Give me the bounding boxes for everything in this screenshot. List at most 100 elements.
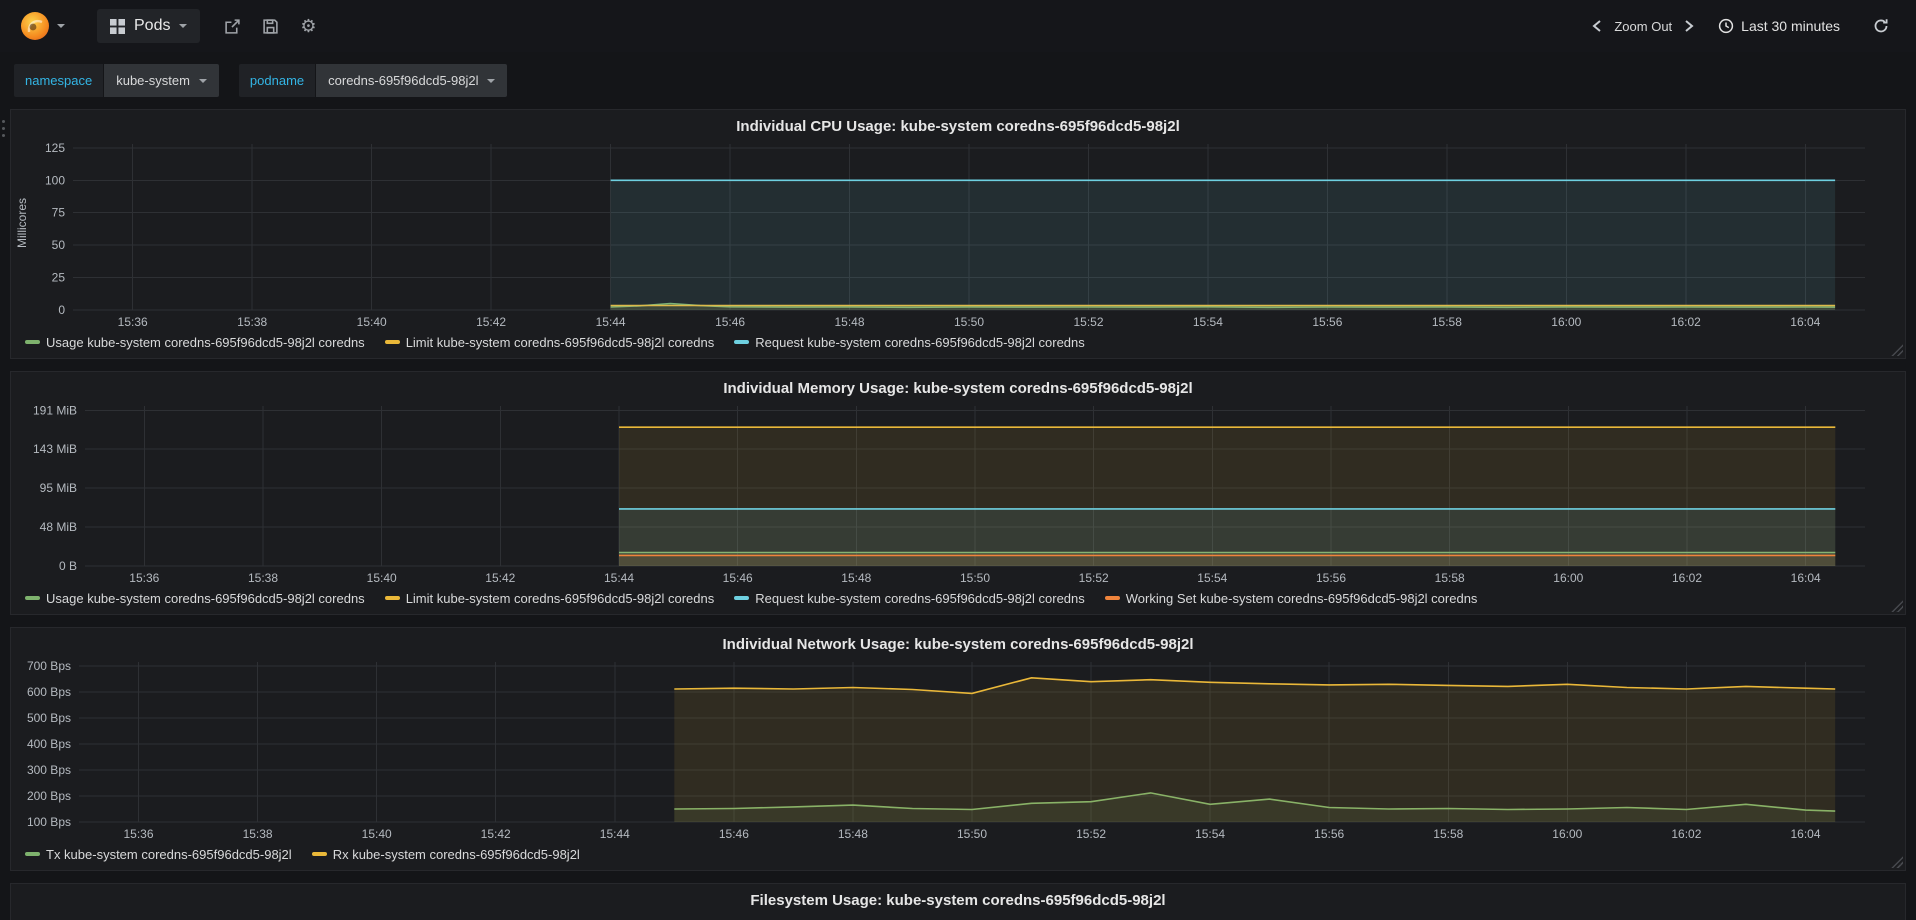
- svg-text:15:58: 15:58: [1435, 571, 1465, 585]
- svg-text:16:04: 16:04: [1790, 827, 1820, 841]
- svg-text:15:42: 15:42: [485, 571, 515, 585]
- svg-text:15:40: 15:40: [362, 827, 392, 841]
- legend-item[interactable]: Usage kube-system coredns-695f96dcd5-98j…: [25, 591, 365, 606]
- variable-podname-value: coredns-695f96dcd5-98j2l: [328, 73, 479, 88]
- svg-text:15:48: 15:48: [838, 827, 868, 841]
- cpu-usage-chart: Millicores 15:36 15:38 15:40 15:42 15:44 15:4…: [11, 138, 1905, 332]
- svg-text:16:04: 16:04: [1790, 315, 1820, 329]
- svg-text:15:42: 15:42: [476, 315, 506, 329]
- legend-item[interactable]: Usage kube-system coredns-695f96dcd5-98j…: [25, 335, 365, 350]
- dashboard-picker-button[interactable]: Pods: [97, 9, 201, 43]
- legend-series-name: Usage kube-system coredns-695f96dcd5-98j…: [46, 334, 365, 350]
- legend-series-name: Usage kube-system coredns-695f96dcd5-98j…: [46, 590, 365, 606]
- variable-namespace: namespace kube-system: [14, 64, 219, 97]
- chevron-down-icon: [487, 78, 496, 83]
- share-icon: [225, 18, 240, 34]
- svg-text:0: 0: [58, 303, 65, 317]
- sidemenu-caret-icon: [57, 24, 65, 28]
- chart-canvas: 15:36 15:38 15:40 15:42 15:44 15:46 15:48 15:50…: [27, 659, 1865, 841]
- zoom-out-button[interactable]: Zoom Out: [1610, 19, 1676, 34]
- panel-title-filesystem-usage[interactable]: Filesystem Usage: kube-system coredns-69…: [11, 884, 1905, 912]
- panel-resize-handle[interactable]: [1890, 599, 1903, 612]
- navbar-time-controls: Zoom Out Last 30 minutes: [1584, 11, 1902, 41]
- svg-text:15:38: 15:38: [248, 571, 278, 585]
- settings-button[interactable]: ⚙: [292, 10, 324, 42]
- network-usage-legend: Tx kube-system coredns-695f96dcd5-98j2l R…: [11, 844, 1905, 870]
- time-range-button[interactable]: Last 30 minutes: [1718, 18, 1840, 34]
- svg-text:300 Bps: 300 Bps: [27, 763, 71, 777]
- legend-series-marker: [311, 852, 327, 856]
- legend-series-name: Rx kube-system coredns-695f96dcd5-98j2l: [332, 846, 580, 862]
- panel-memory-usage: Individual Memory Usage: kube-system cor…: [10, 371, 1906, 615]
- legend-series-name: Tx kube-system coredns-695f96dcd5-98j2l: [46, 846, 292, 862]
- svg-text:16:04: 16:04: [1791, 571, 1821, 585]
- time-range-label: Last 30 minutes: [1741, 18, 1840, 34]
- svg-text:15:52: 15:52: [1079, 571, 1109, 585]
- legend-series-marker: [25, 596, 40, 600]
- network-usage-plot-area[interactable]: 15:36 15:38 15:40 15:42 15:44 15:46 15:48 15:50…: [11, 656, 1905, 844]
- time-shift-back-button[interactable]: [1584, 13, 1610, 39]
- legend-item[interactable]: Rx kube-system coredns-695f96dcd5-98j2l: [311, 846, 580, 862]
- variable-namespace-select[interactable]: kube-system: [104, 64, 219, 97]
- svg-text:15:54: 15:54: [1195, 827, 1225, 841]
- svg-text:100: 100: [45, 173, 65, 187]
- panel-resize-handle[interactable]: [1890, 855, 1903, 868]
- cpu-usage-plot-area[interactable]: 15:36 15:38 15:40 15:42 15:44 15:46 15:48 15:50…: [11, 138, 1905, 332]
- grafana-menu-button[interactable]: [14, 7, 71, 45]
- legend-item[interactable]: Tx kube-system coredns-695f96dcd5-98j2l: [25, 847, 292, 862]
- dashboard-grid-icon: [110, 18, 125, 34]
- y-axis-title: Millicores: [15, 198, 29, 249]
- panel-title-cpu-usage[interactable]: Individual CPU Usage: kube-system coredn…: [11, 110, 1905, 138]
- svg-text:15:48: 15:48: [841, 571, 871, 585]
- panel-title-memory-usage[interactable]: Individual Memory Usage: kube-system cor…: [11, 372, 1905, 400]
- variable-namespace-value: kube-system: [116, 73, 190, 88]
- legend-series-marker: [25, 852, 40, 856]
- svg-text:15:48: 15:48: [834, 315, 864, 329]
- svg-text:15:52: 15:52: [1073, 315, 1103, 329]
- dashboard-caret-icon: [179, 24, 188, 28]
- svg-text:15:36: 15:36: [118, 315, 148, 329]
- svg-text:15:44: 15:44: [600, 827, 630, 841]
- panel-resize-handle[interactable]: [1890, 343, 1903, 356]
- refresh-icon: [1874, 19, 1888, 33]
- grafana-logo-icon: [21, 12, 49, 40]
- memory-usage-chart: 15:36 15:38 15:40 15:42 15:44 15:46 15:48 15:50…: [11, 400, 1905, 588]
- svg-text:15:46: 15:46: [719, 827, 749, 841]
- legend-series-name: Request kube-system coredns-695f96dcd5-9…: [755, 590, 1085, 606]
- filesystem-usage-plot-area[interactable]: [11, 912, 1905, 920]
- save-button[interactable]: [254, 10, 286, 42]
- legend-item[interactable]: Request kube-system coredns-695f96dcd5-9…: [734, 591, 1085, 606]
- legend-item[interactable]: Request kube-system coredns-695f96dcd5-9…: [734, 335, 1085, 350]
- legend-series-name: Request kube-system coredns-695f96dcd5-9…: [755, 334, 1085, 350]
- variable-podname: podname coredns-695f96dcd5-98j2l: [238, 64, 508, 97]
- legend-series-name: Limit kube-system coredns-695f96dcd5-98j…: [405, 590, 715, 606]
- svg-text:15:44: 15:44: [604, 571, 634, 585]
- row-drag-handle[interactable]: [2, 120, 5, 137]
- time-shift-forward-button[interactable]: [1676, 13, 1702, 39]
- chart-canvas: 15:36 15:38 15:40 15:42 15:44 15:46 15:48 15:50…: [45, 141, 1865, 329]
- svg-text:700 Bps: 700 Bps: [27, 659, 71, 673]
- legend-item[interactable]: Limit kube-system coredns-695f96dcd5-98j…: [384, 590, 715, 606]
- svg-text:48 MiB: 48 MiB: [40, 520, 77, 534]
- memory-usage-plot-area[interactable]: 15:36 15:38 15:40 15:42 15:44 15:46 15:48 15:50…: [11, 400, 1905, 588]
- legend-item[interactable]: Limit kube-system coredns-695f96dcd5-98j…: [384, 335, 714, 350]
- chart-canvas: 15:36 15:38 15:40 15:42 15:44 15:46 15:48 15:50…: [33, 403, 1865, 585]
- chevron-left-icon: [1592, 20, 1601, 32]
- navbar: Pods ⚙ Zoom Out Last 30 minutes: [0, 0, 1916, 52]
- svg-text:16:00: 16:00: [1551, 315, 1581, 329]
- svg-text:15:40: 15:40: [367, 571, 397, 585]
- legend-item[interactable]: Working Set kube-system coredns-695f96dc…: [1104, 591, 1477, 606]
- gear-icon: ⚙: [300, 15, 317, 36]
- svg-text:15:38: 15:38: [237, 315, 267, 329]
- cpu-usage-legend: Usage kube-system coredns-695f96dcd5-98j…: [11, 332, 1905, 358]
- svg-text:15:58: 15:58: [1433, 827, 1463, 841]
- panel-filesystem-usage: Filesystem Usage: kube-system coredns-69…: [10, 883, 1906, 920]
- variable-podname-select[interactable]: coredns-695f96dcd5-98j2l: [316, 64, 508, 97]
- share-button[interactable]: [216, 10, 248, 42]
- refresh-button[interactable]: [1866, 11, 1896, 41]
- svg-text:15:46: 15:46: [715, 315, 745, 329]
- svg-text:16:00: 16:00: [1552, 827, 1582, 841]
- svg-text:15:56: 15:56: [1316, 571, 1346, 585]
- panel-title-network-usage[interactable]: Individual Network Usage: kube-system co…: [11, 628, 1905, 656]
- svg-text:16:00: 16:00: [1553, 571, 1583, 585]
